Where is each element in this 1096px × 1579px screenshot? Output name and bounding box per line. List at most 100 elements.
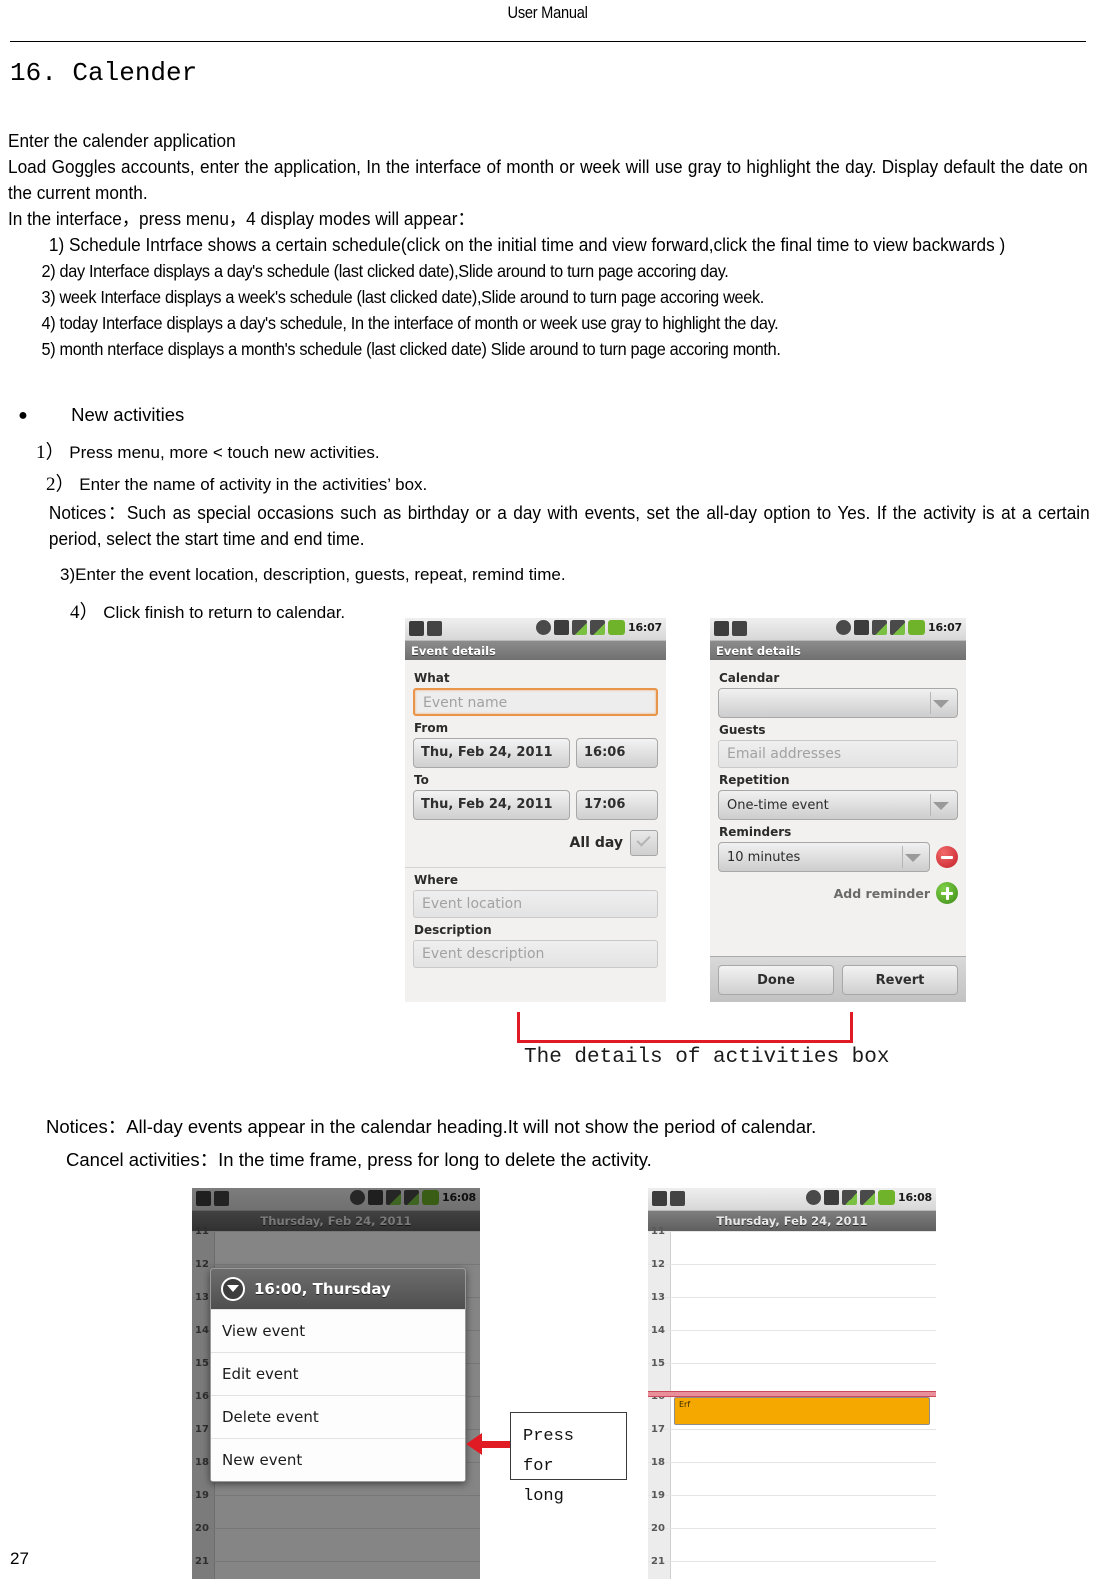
- reminder-spinner[interactable]: 10 minutes: [718, 842, 930, 872]
- calendar-event-icon: [221, 1277, 245, 1301]
- step-2-label: Enter the name of activity in the activi…: [79, 475, 428, 494]
- chevron-down-icon: [933, 802, 949, 810]
- signal-icon-2: [859, 1190, 875, 1205]
- repetition-label: Repetition: [719, 773, 790, 787]
- screen-title: Event details: [405, 641, 666, 660]
- menu-item-view-event[interactable]: View event: [211, 1309, 465, 1352]
- repetition-spinner-value: One-time event: [727, 798, 829, 813]
- reminders-label: Reminders: [719, 825, 792, 839]
- status-bar-left-icons: [652, 1191, 685, 1206]
- hour-row: 13: [648, 1292, 936, 1330]
- step-3-label: 3)Enter the event location, description,…: [60, 565, 566, 584]
- repetition-spinner[interactable]: One-time event: [718, 790, 958, 820]
- hour-label: 21: [651, 1556, 665, 1567]
- spinner-divider: [930, 692, 931, 714]
- download-icon: [714, 621, 729, 636]
- hour-label: 14: [651, 1325, 665, 1336]
- cancel-activities-row: Cancel activities：In the time frame, pre…: [8, 1146, 1088, 1172]
- add-reminder-label: Add reminder: [833, 885, 930, 901]
- step-2-row: 2） Enter the name of activity in the act…: [8, 469, 1088, 496]
- menu-item-edit-event[interactable]: Edit event: [211, 1352, 465, 1395]
- bullet-dot-icon: ●: [18, 407, 28, 425]
- context-menu-header: 16:00, Thursday: [211, 1269, 465, 1309]
- callout-line-1: Press for: [523, 1427, 575, 1476]
- network-icon: [535, 620, 551, 635]
- calendar-spinner[interactable]: [718, 688, 958, 718]
- header-divider: [10, 41, 1086, 42]
- status-clock: 16:08: [897, 1191, 932, 1204]
- list-item-week: 3) week Interface displays a week's sche…: [41, 287, 764, 307]
- reminders-row: 10 minutes: [718, 842, 958, 872]
- status-clock: 16:07: [627, 621, 662, 634]
- spinner-divider: [902, 846, 903, 868]
- menu-item-new-event[interactable]: New event: [211, 1438, 465, 1481]
- network-icon: [805, 1190, 821, 1205]
- sync-icon: [732, 621, 747, 636]
- network-icon: [835, 620, 851, 635]
- signal-icon-1: [841, 1190, 857, 1205]
- chevron-down-icon: [933, 700, 949, 708]
- hour-label: 20: [651, 1523, 665, 1534]
- list-item-month: 5) month nterface displays a month's sch…: [41, 339, 781, 359]
- from-time-button[interactable]: 16:06: [576, 738, 658, 768]
- description-label: Description: [414, 923, 492, 937]
- bullet-new-activities: ● New activities: [8, 404, 1088, 426]
- all-day-row: All day: [413, 830, 658, 856]
- cancel-activities-label: Cancel activities：In the time frame, pre…: [66, 1149, 652, 1170]
- step-1-label: Press menu, more < touch new activities.: [69, 443, 380, 462]
- remove-reminder-icon[interactable]: [936, 846, 958, 868]
- screen-title: Event details: [710, 641, 966, 660]
- download-icon: [409, 621, 424, 636]
- status-bar: 16:07: [405, 618, 666, 641]
- event-action-bar: Done Revert: [710, 956, 966, 1002]
- all-day-label: All day: [569, 835, 623, 851]
- event-location-input[interactable]: Event location: [413, 890, 658, 918]
- revert-button[interactable]: Revert: [842, 965, 958, 995]
- add-reminder-icon[interactable]: [936, 882, 958, 904]
- all-day-checkbox[interactable]: [630, 830, 658, 856]
- status-bar: 16:08: [648, 1188, 936, 1211]
- day-grid[interactable]: 11 12 13 14 15 16 17 18 19 20 21 Erf: [648, 1226, 936, 1579]
- status-clock: 16:07: [927, 621, 962, 634]
- to-time-button[interactable]: 17:06: [576, 790, 658, 820]
- battery-icon: [907, 620, 925, 635]
- hour-row: 20: [648, 1523, 936, 1561]
- to-date-button[interactable]: Thu, Feb 24, 2011: [413, 790, 570, 820]
- done-button[interactable]: Done: [718, 965, 834, 995]
- calendar-event-block[interactable]: Erf: [674, 1397, 930, 1425]
- notices-block-1: Notices：Such as special occasions such a…: [8, 500, 1096, 552]
- callout-line-2: long: [523, 1487, 564, 1506]
- hour-row: 12: [648, 1259, 936, 1297]
- form-divider: [405, 867, 666, 868]
- guests-input[interactable]: Email addresses: [718, 740, 958, 768]
- hour-label: 19: [651, 1490, 665, 1501]
- sdcard-icon: [553, 620, 569, 635]
- guests-label: Guests: [719, 723, 766, 737]
- sdcard-icon: [823, 1190, 839, 1205]
- screenshot-event-details-left: 16:07 Event details What Event name From…: [405, 618, 666, 1002]
- callout-press-for-long: Press for long: [510, 1412, 627, 1506]
- context-menu: 16:00, Thursday View event Edit event De…: [210, 1268, 466, 1482]
- hour-row: 21: [648, 1556, 936, 1579]
- event-description-input[interactable]: Event description: [413, 940, 658, 968]
- menu-item-delete-event[interactable]: Delete event: [211, 1395, 465, 1438]
- manual-page: User Manual 16. Calender Enter the calen…: [0, 0, 1096, 1579]
- paragraph-load-accounts: Load Goggles accounts, enter the applica…: [8, 156, 1088, 203]
- status-bar: 16:07: [710, 618, 966, 641]
- step-4-marker: 4）: [70, 602, 99, 623]
- paragraph-enter-app: Enter the calender application: [8, 130, 236, 151]
- from-date-button[interactable]: Thu, Feb 24, 2011: [413, 738, 570, 768]
- add-reminder-row[interactable]: Add reminder: [718, 882, 958, 904]
- paragraph-display-modes: In the interface，press menu，4 display mo…: [8, 208, 475, 229]
- context-menu-header-label: 16:00, Thursday: [254, 1280, 391, 1298]
- event-name-input[interactable]: Event name: [413, 688, 658, 716]
- figure-caption: The details of activities box: [524, 1046, 890, 1069]
- list-item-schedule: 1) Schedule Intrface shows a certain sch…: [48, 234, 1006, 255]
- notices-paragraph-1: Notices：Such as special occasions such a…: [48, 502, 1096, 549]
- sync-icon: [427, 621, 442, 636]
- signal-icon-1: [571, 620, 587, 635]
- section-heading: 16. Calender: [10, 58, 198, 88]
- status-bar-left-icons: [714, 621, 747, 636]
- hour-row: 14: [648, 1325, 936, 1363]
- hour-row: 18: [648, 1457, 936, 1495]
